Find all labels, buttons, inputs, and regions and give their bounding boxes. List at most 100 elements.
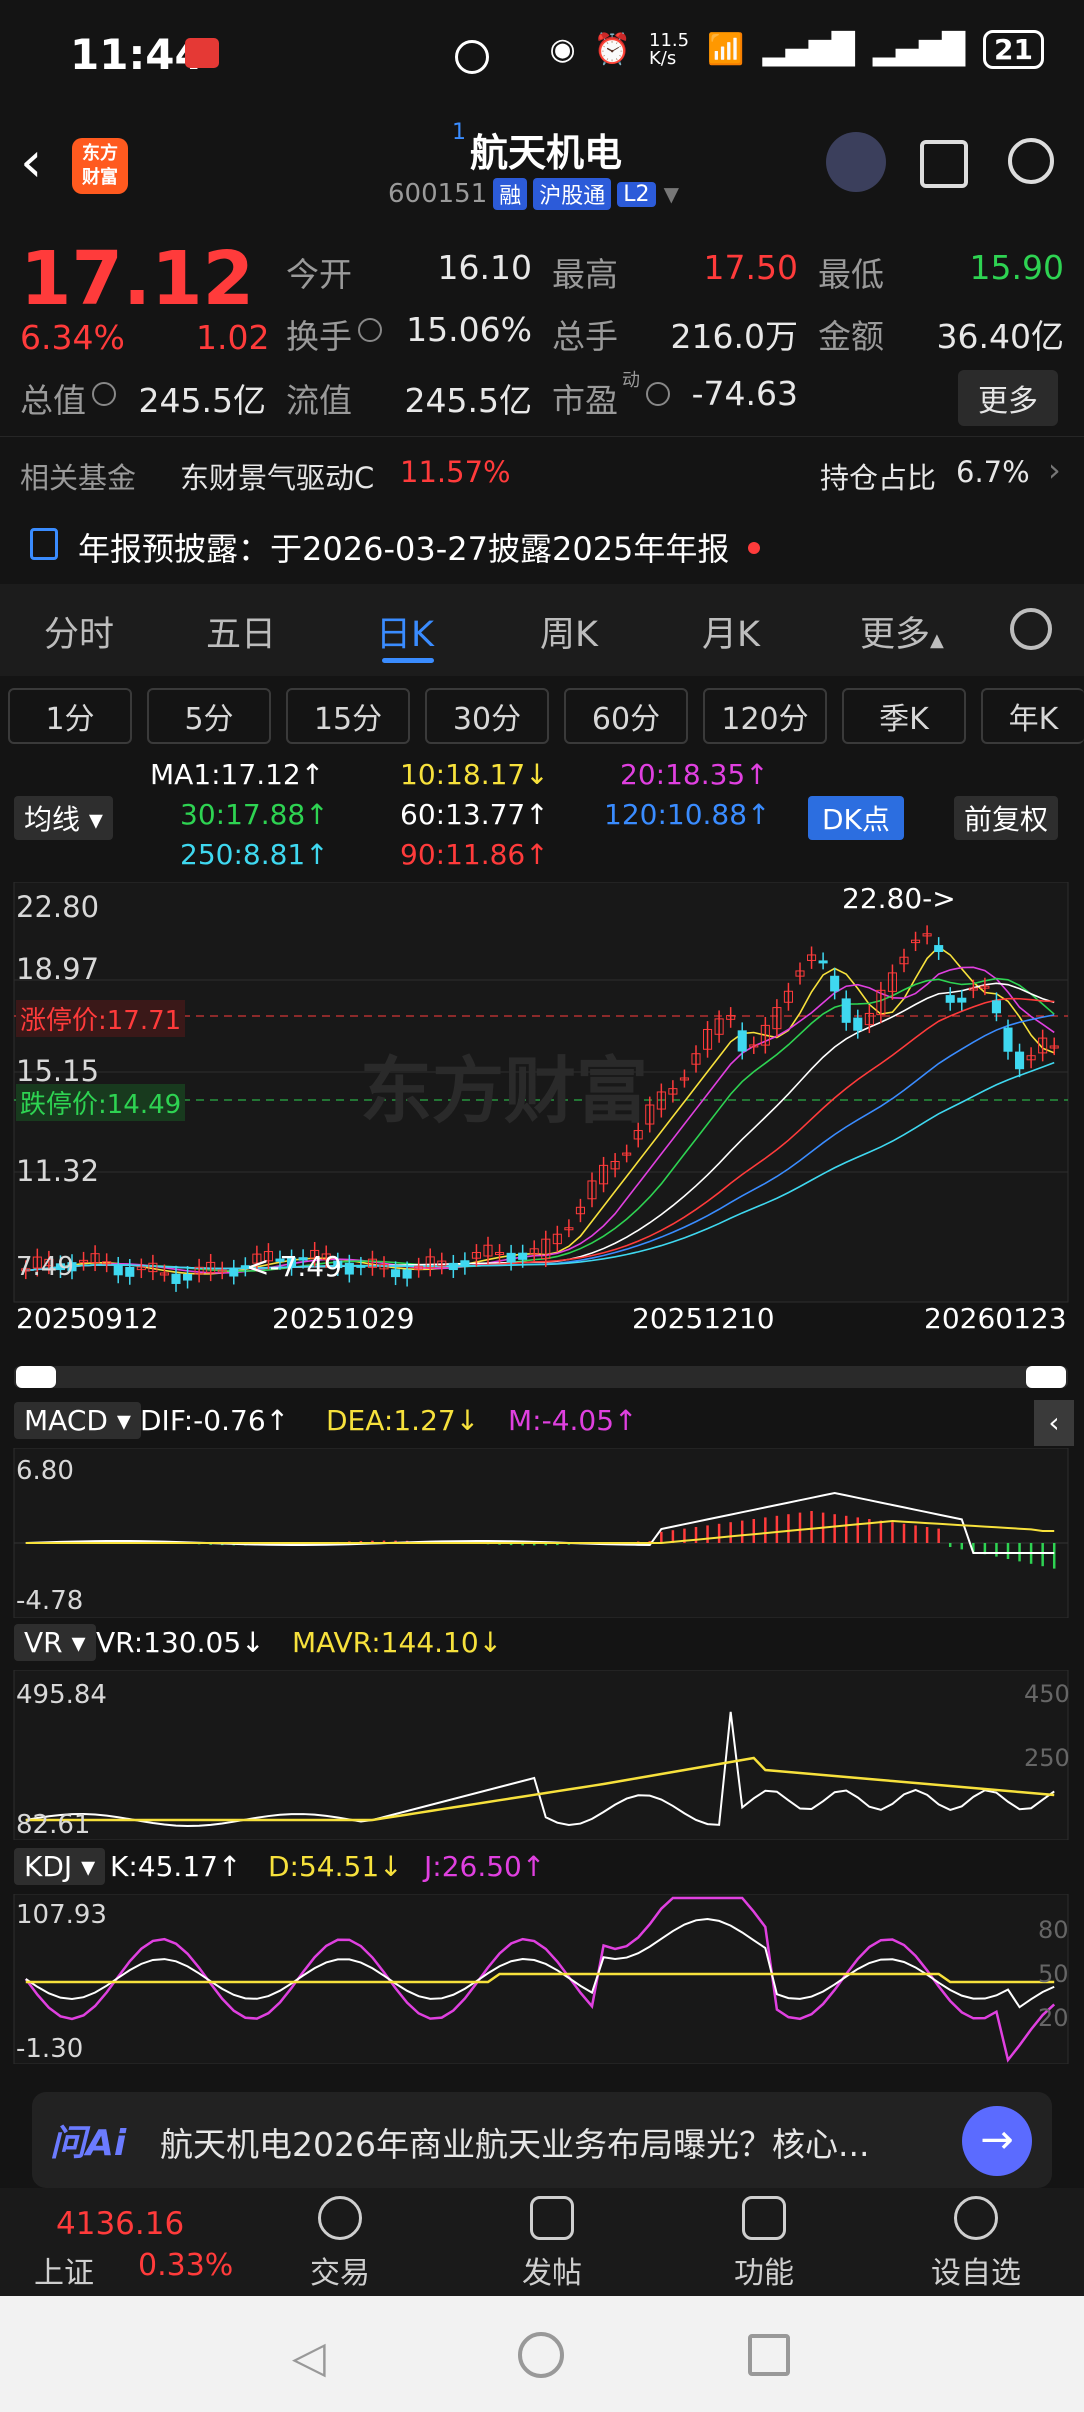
index-value[interactable]: 4136.16: [56, 2206, 184, 2242]
more-button[interactable]: 更多: [958, 370, 1058, 426]
nav-trade[interactable]: 交易: [270, 2196, 410, 2292]
ma-toggle[interactable]: 均线 ▾: [14, 796, 113, 840]
period-5min[interactable]: 5分: [147, 688, 271, 744]
info-icon[interactable]: [92, 382, 116, 406]
float-value: 245.5亿: [404, 381, 532, 420]
nav-post[interactable]: 发帖: [482, 2196, 622, 2292]
tab-intraday[interactable]: 分时: [44, 606, 114, 657]
info-icon[interactable]: [358, 318, 382, 342]
candle: [402, 1269, 412, 1279]
nav-functions[interactable]: 功能: [694, 2196, 834, 2292]
quote-panel: 17.12 6.34% 1.02 今开 16.10 最高 17.50 最低 15…: [0, 222, 1084, 432]
net-speed: 11.5 K/s: [649, 29, 690, 69]
candle: [125, 1266, 135, 1277]
last-price: 17.12: [20, 236, 255, 322]
trade-icon: [318, 2196, 362, 2240]
y-label-top: 22.80: [16, 890, 100, 924]
right-handle[interactable]: [1026, 1366, 1066, 1388]
ma250-value: 250:8.81↑: [180, 838, 329, 871]
tab-daily-k[interactable]: 日K: [376, 606, 434, 657]
nav-watchlist[interactable]: 设自选: [906, 2196, 1046, 2292]
status-bar: 11:44 ◉ ⏰ 11.5 K/s 📶 ▂▄▆█ ▂▄▆█ 21: [0, 0, 1084, 110]
kdj-j: J:26.50↑: [424, 1850, 546, 1883]
x-date-3: 20251210: [632, 1302, 775, 1335]
mcap-label: 总值: [20, 381, 86, 420]
period-30min[interactable]: 30分: [425, 688, 549, 744]
period-1min[interactable]: 1分: [8, 688, 132, 744]
share-icon[interactable]: [920, 140, 968, 188]
candle: [957, 997, 967, 1003]
system-nav-bar: ◁: [0, 2296, 1084, 2412]
ai-question-bar[interactable]: 问Ai 航天机电2026年商业航天业务布局曝光？核心... →: [32, 2092, 1052, 2188]
candle: [171, 1273, 181, 1284]
ma20-value: 20:18.35↑: [620, 758, 769, 791]
pe-label: 市盈: [552, 381, 618, 420]
candle: [506, 1252, 516, 1263]
candle: [391, 1269, 401, 1278]
period-120min[interactable]: 120分: [703, 688, 827, 744]
adjust-button[interactable]: 前复权: [954, 796, 1059, 840]
candle: [991, 1000, 1001, 1014]
period-60min[interactable]: 60分: [564, 688, 688, 744]
kdj-d: D:54.51↓: [268, 1850, 403, 1883]
candle: [448, 1262, 458, 1271]
vr-panel[interactable]: VR ▾ VR:130.05↓ MAVR:144.10↓ 495.84 82.6…: [0, 1622, 1084, 1844]
kline-chart[interactable]: 东方财富 22.80 18.97 15.15 11.32 7.49 涨停价:17…: [0, 882, 1084, 1352]
eye-icon: ◉: [549, 32, 576, 67]
ma90-value: 90:11.86↑: [400, 838, 549, 871]
vr-right-2: 250: [1024, 1744, 1070, 1772]
macd-selector[interactable]: MACD ▾: [14, 1402, 141, 1439]
kdj-selector[interactable]: KDJ ▾: [14, 1848, 106, 1885]
open-value: 16.10: [437, 248, 532, 287]
grid-icon: [742, 2196, 786, 2240]
limit-up-label: 涨停价:17.71: [16, 1000, 186, 1037]
tab-weekly-k[interactable]: 周K: [540, 606, 598, 657]
vr-bottom: 82.61: [16, 1810, 91, 1840]
dk-point-button[interactable]: DK点: [808, 796, 904, 840]
more-dots-icon: [954, 2196, 998, 2240]
nav-recents-icon[interactable]: [748, 2334, 790, 2376]
gear-icon[interactable]: [1010, 608, 1052, 650]
chevron-down-icon[interactable]: ▼: [664, 182, 679, 206]
info-icon[interactable]: [646, 382, 670, 406]
arrow-right-icon[interactable]: →: [962, 2106, 1032, 2176]
tab-monthly-k[interactable]: 月K: [702, 606, 760, 657]
notice-row[interactable]: 年报预披露：于2026-03-27披露2025年年报: [0, 510, 1084, 580]
kdj-panel[interactable]: KDJ ▾ K:45.17↑ D:54.51↓ J:26.50↑ 107.93 …: [0, 1846, 1084, 2068]
candle: [229, 1267, 239, 1277]
chart-range-scrollbar[interactable]: [14, 1366, 1068, 1388]
tab-five-day[interactable]: 五日: [206, 606, 276, 657]
tag-margin: 融: [493, 178, 528, 210]
edit-icon: [530, 2196, 574, 2240]
left-handle[interactable]: [16, 1366, 56, 1388]
y-label-2: 18.97: [16, 952, 100, 986]
vr-canvas: [13, 1670, 1069, 1840]
chevron-right-icon: ›: [1048, 451, 1061, 489]
macd-bottom: -4.78: [16, 1586, 84, 1616]
nav-home-icon[interactable]: [518, 2332, 564, 2378]
vr-selector[interactable]: VR ▾: [14, 1624, 96, 1661]
index-name[interactable]: 上证: [34, 2248, 94, 2292]
nav-back-icon[interactable]: ◁: [292, 2332, 326, 2383]
period-quarter[interactable]: 季K: [842, 688, 966, 744]
change-pct: 6.34%: [20, 318, 125, 357]
macd-panel[interactable]: MACD ▾ DIF:-0.76↑ DEA:1.27↓ M:-4.05↑ ‹ 6…: [0, 1400, 1084, 1620]
period-15min[interactable]: 15分: [286, 688, 410, 744]
related-fund-row[interactable]: 相关基金 东财景气驱动C 11.57% 持仓占比 6.7% ›: [0, 436, 1084, 506]
macd-dea: DEA:1.27↓: [326, 1404, 480, 1437]
stock-code: 600151: [388, 179, 488, 209]
kdj-canvas: [13, 1894, 1069, 2064]
period-year[interactable]: 年K: [981, 688, 1084, 744]
fund-name: 东财景气驱动C: [180, 461, 375, 495]
robot-assistant-icon[interactable]: [826, 132, 886, 192]
candle: [841, 998, 851, 1023]
search-icon[interactable]: [1008, 138, 1054, 184]
candle: [183, 1273, 193, 1281]
header: ‹ 东方 财富 1 航天机电 600151 融 沪股通 L2 ▼: [0, 110, 1084, 220]
app-logo: 东方 财富: [72, 138, 128, 194]
collapse-chevron-icon[interactable]: ‹: [1034, 1400, 1074, 1446]
change-amount: 1.02: [196, 318, 270, 357]
index-pct[interactable]: 0.33%: [138, 2248, 233, 2283]
back-icon[interactable]: ‹: [20, 130, 42, 195]
tab-more[interactable]: 更多▲: [860, 606, 944, 657]
